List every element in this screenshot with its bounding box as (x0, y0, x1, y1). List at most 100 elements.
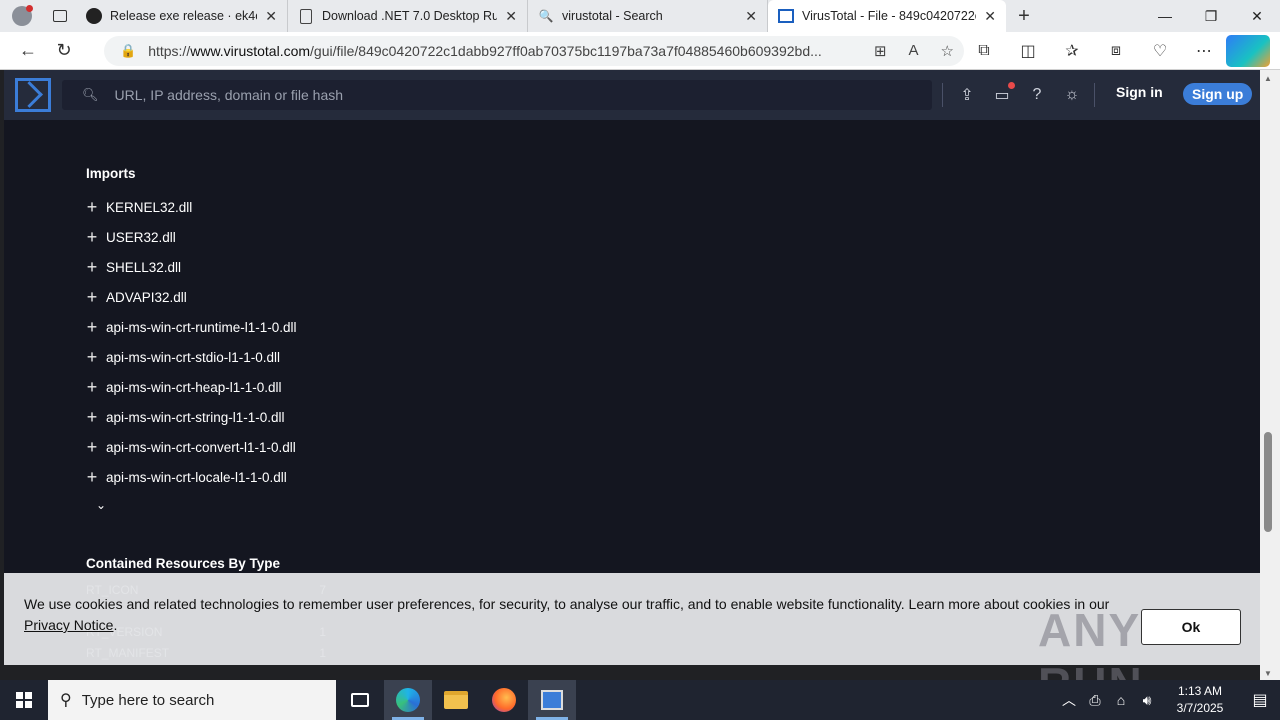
url-field[interactable]: 🔒 https://www.virustotal.com/gui/file/84… (104, 36, 964, 66)
tab-virustotal-file[interactable]: VirusTotal - File - 849c0420722c1c ✕ (768, 0, 1006, 32)
favorites-icon[interactable]: ✰ (1050, 35, 1094, 67)
cookie-text: We use cookies and related technologies … (24, 596, 1110, 633)
show-more-chevron-icon[interactable]: ⌄ (96, 498, 106, 512)
tab-actions-button[interactable] (44, 0, 76, 32)
imports-heading: Imports (86, 166, 136, 181)
read-aloud-icon[interactable]: A (909, 42, 919, 60)
extensions-icon[interactable]: ⧉ (962, 35, 1006, 67)
theme-toggle-icon[interactable]: ☼ (1061, 84, 1083, 106)
more-menu-icon[interactable]: ⋯ (1182, 35, 1226, 67)
imports-list: + KERNEL32.dll + USER32.dll + SHELL32.dll +… (82, 192, 297, 492)
taskbar-app[interactable] (528, 680, 576, 720)
task-view-button[interactable] (336, 680, 384, 720)
tab-actions-icon (53, 10, 67, 22)
import-item-crt-stdio[interactable]: + api-ms-win-crt-stdio-l1-1-0.dll (82, 342, 297, 372)
expand-plus-icon[interactable]: + (82, 377, 102, 398)
page-scrollbar[interactable]: ▲ ▼ (1260, 70, 1280, 680)
scrollbar-thumb[interactable] (1264, 432, 1272, 532)
taskbar-file-explorer[interactable] (432, 680, 480, 720)
import-item-shell32[interactable]: + SHELL32.dll (82, 252, 297, 282)
clock[interactable]: 1:13 AM 3/7/2025 (1160, 683, 1240, 717)
browser-essentials-icon[interactable]: ♡ (1138, 35, 1182, 67)
notification-dot (1008, 82, 1015, 89)
close-icon[interactable]: ✕ (265, 8, 277, 25)
browser-tab-strip: Release exe release · ek4o/fake-e ✕ Down… (0, 0, 1280, 32)
tab-virustotal-search[interactable]: 🔍 virustotal - Search ✕ (528, 0, 768, 32)
lock-icon: 🔒 (120, 43, 137, 58)
task-view-icon (351, 693, 369, 707)
cookie-ok-button[interactable]: Ok (1141, 609, 1241, 645)
expand-plus-icon[interactable]: + (82, 467, 102, 488)
taskbar-search-input[interactable]: ⚲ Type here to search (48, 680, 336, 720)
scroll-down-icon[interactable]: ▼ (1264, 669, 1272, 678)
upload-icon[interactable]: ⇪ (956, 84, 978, 106)
import-item-crt-string[interactable]: + api-ms-win-crt-string-l1-1-0.dll (82, 402, 297, 432)
expand-plus-icon[interactable]: + (82, 227, 102, 248)
restore-icon[interactable]: ❐ (1188, 0, 1234, 32)
sign-up-button[interactable]: Sign up (1183, 83, 1253, 105)
tab-dotnet-download[interactable]: Download .NET 7.0 Desktop Runt ✕ (288, 0, 528, 32)
import-item-crt-runtime[interactable]: + api-ms-win-crt-runtime-l1-1-0.dll (82, 312, 297, 342)
expand-plus-icon[interactable]: + (82, 197, 102, 218)
refresh-icon[interactable]: ↻ (46, 35, 82, 67)
chevron-up-icon[interactable]: ︿ (1057, 690, 1081, 710)
header-divider (1094, 83, 1095, 107)
expand-plus-icon[interactable]: + (82, 287, 102, 308)
search-input[interactable]: 🔍︎ URL, IP address, domain or file hash (62, 80, 932, 110)
expand-plus-icon[interactable]: + (82, 437, 102, 458)
taskbar-edge[interactable] (384, 680, 432, 720)
import-item-advapi32[interactable]: + ADVAPI32.dll (82, 282, 297, 312)
expand-plus-icon[interactable]: + (82, 257, 102, 278)
taskbar-search-placeholder: Type here to search (81, 691, 215, 709)
help-icon[interactable]: ? (1026, 84, 1048, 106)
taskbar-firefox[interactable] (480, 680, 528, 720)
import-item-crt-convert[interactable]: + api-ms-win-crt-convert-l1-1-0.dll (82, 432, 297, 462)
volume-icon[interactable]: 🔊︎ (1135, 692, 1159, 709)
close-icon[interactable]: ✕ (984, 8, 996, 25)
start-button[interactable] (0, 680, 48, 720)
import-item-crt-locale[interactable]: + api-ms-win-crt-locale-l1-1-0.dll (82, 462, 297, 492)
expand-plus-icon[interactable]: + (82, 407, 102, 428)
window-controls: — ❐ ✕ (1142, 0, 1280, 32)
folder-icon (444, 691, 468, 709)
resources-heading: Contained Resources By Type (86, 556, 281, 571)
collections-icon[interactable]: ⧈ (1094, 35, 1138, 67)
url-text: https://www.virustotal.com/gui/file/849c… (148, 43, 822, 59)
app-available-icon[interactable]: ⊞ (874, 42, 887, 60)
windows-logo-icon (16, 692, 32, 708)
clock-date: 3/7/2025 (1176, 701, 1224, 715)
notification-center-icon[interactable]: ▤ (1240, 690, 1280, 710)
messages-icon[interactable]: ▭ (991, 82, 1015, 106)
expand-plus-icon[interactable]: + (82, 317, 102, 338)
minimize-icon[interactable]: — (1142, 0, 1188, 32)
close-icon[interactable]: ✕ (745, 8, 757, 25)
close-icon[interactable]: ✕ (505, 8, 517, 25)
scroll-up-icon[interactable]: ▲ (1264, 74, 1272, 83)
search-icon: ⚲ (60, 692, 72, 709)
tab-title: VirusTotal - File - 849c0420722c1c (802, 9, 977, 23)
sign-in-link[interactable]: Sign in (1116, 84, 1163, 100)
new-tab-button[interactable]: + (1006, 0, 1042, 32)
header-divider (942, 83, 943, 107)
privacy-notice-link[interactable]: Privacy Notice (24, 617, 113, 633)
copilot-icon[interactable] (1226, 35, 1270, 67)
favorite-star-icon[interactable]: ☆ (941, 42, 954, 60)
close-window-icon[interactable]: ✕ (1234, 0, 1280, 32)
import-item-kernel32[interactable]: + KERNEL32.dll (82, 192, 297, 222)
search-icon: 🔍 (538, 9, 554, 23)
import-item-crt-heap[interactable]: + api-ms-win-crt-heap-l1-1-0.dll (82, 372, 297, 402)
tab-title: Release exe release · ek4o/fake-e (110, 9, 257, 23)
import-item-user32[interactable]: + USER32.dll (82, 222, 297, 252)
profile-button[interactable] (0, 0, 44, 32)
tab-title: virustotal - Search (562, 9, 663, 23)
cookie-banner: We use cookies and related technologies … (4, 573, 1260, 710)
firefox-icon (492, 688, 516, 712)
back-icon[interactable]: ← (10, 35, 46, 67)
expand-plus-icon[interactable]: + (82, 347, 102, 368)
split-screen-icon[interactable]: ◫ (1006, 35, 1050, 67)
network-icon[interactable]: ⌂ (1109, 692, 1133, 708)
device-icon[interactable]: ⎙ (1083, 692, 1107, 709)
virustotal-logo[interactable] (15, 78, 51, 112)
page-icon (298, 8, 314, 24)
tab-github-release[interactable]: Release exe release · ek4o/fake-e ✕ (76, 0, 288, 32)
